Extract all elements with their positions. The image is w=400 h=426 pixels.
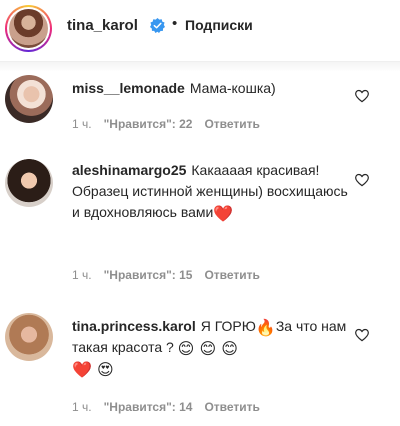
comment-author[interactable]: aleshinamargo25 [72, 162, 186, 178]
reply-button[interactable]: Ответить [204, 117, 259, 131]
red-heart-emoji: ❤️ [213, 204, 234, 223]
comment-meta: 1 ч. "Нравится": 15 Ответить [72, 268, 272, 282]
comment-body: tina.princess.karol Я ГОРЮ🔥За что нам так… [72, 316, 350, 379]
comment-time[interactable]: 1 ч. [72, 117, 92, 131]
scroll-shadow [0, 62, 400, 72]
comment-time[interactable]: 1 ч. [72, 400, 92, 414]
comment-body: aleshinamargo25 Какаааая красивая! Образе… [72, 160, 350, 223]
comment-body: miss__lemonade Мама-кошка) [72, 78, 350, 99]
comment-likes[interactable]: "Нравится": 14 [104, 400, 193, 414]
heart-outline-icon[interactable] [354, 172, 370, 188]
fire-emoji: 🔥 [255, 318, 276, 337]
separator-dot: • [172, 15, 178, 32]
heart-eyes-emoji-group: ❤️ 😍 [72, 360, 114, 379]
profile-username[interactable]: tina_karol [67, 17, 138, 34]
comment-time[interactable]: 1 ч. [72, 268, 92, 282]
comment-meta: 1 ч. "Нравится": 14 Ответить [72, 400, 272, 414]
commenter-avatar[interactable] [5, 75, 53, 123]
reply-button[interactable]: Ответить [204, 268, 259, 282]
smiling-emoji-group: 😊 😊 😊 [177, 339, 238, 358]
comment-author[interactable]: miss__lemonade [72, 80, 185, 96]
comment-likes[interactable]: "Нравится": 15 [104, 268, 193, 282]
comment-text: Мама-кошка) [189, 80, 276, 96]
comment-meta: 1 ч. "Нравится": 22 Ответить [72, 117, 272, 131]
reply-button[interactable]: Ответить [204, 400, 259, 414]
heart-outline-icon[interactable] [354, 88, 370, 104]
heart-outline-icon[interactable] [354, 327, 370, 343]
comment-author[interactable]: tina.princess.karol [72, 318, 196, 334]
profile-avatar[interactable] [5, 5, 52, 52]
post-header: tina_karol • Подписки [0, 0, 400, 62]
following-button[interactable]: Подписки [185, 17, 253, 33]
verified-badge-icon [150, 18, 165, 33]
commenter-avatar[interactable] [5, 159, 53, 207]
comment-likes[interactable]: "Нравится": 22 [104, 117, 193, 131]
comment-text-start: Я ГОРЮ [200, 318, 256, 334]
commenter-avatar[interactable] [5, 313, 53, 361]
